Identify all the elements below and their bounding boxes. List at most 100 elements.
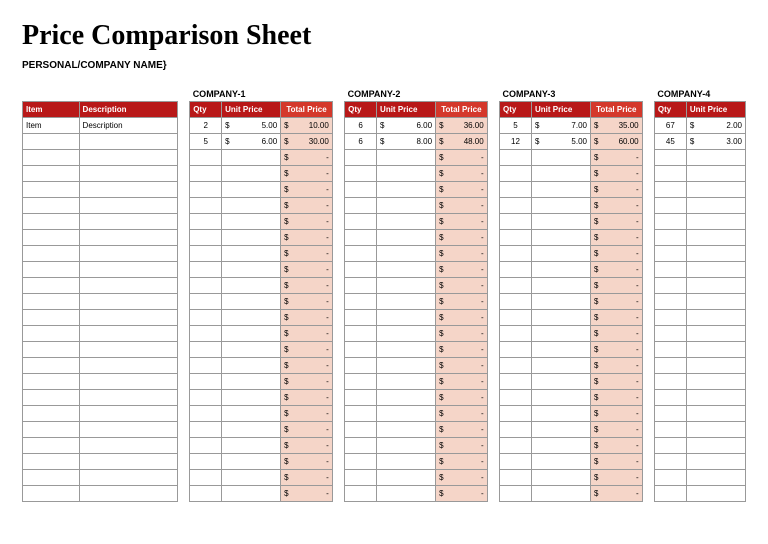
header-description: Description xyxy=(79,102,177,118)
cell-qty xyxy=(654,150,686,166)
cell-qty xyxy=(190,326,222,342)
cell-qty xyxy=(345,326,377,342)
cell-qty xyxy=(190,454,222,470)
cell-total: $- xyxy=(590,278,642,294)
cell-qty xyxy=(654,214,686,230)
cell-total: $- xyxy=(590,262,642,278)
cell-total: $- xyxy=(436,246,488,262)
cell-qty xyxy=(500,470,532,486)
cell-qty xyxy=(345,310,377,326)
cell-item xyxy=(23,214,80,230)
cell-total: $- xyxy=(436,374,488,390)
cell-unit-price xyxy=(686,342,745,358)
cell-total: $- xyxy=(436,342,488,358)
cell-unit-price xyxy=(222,470,281,486)
cell-unit-price xyxy=(531,150,590,166)
cell-qty xyxy=(345,454,377,470)
cell-total: $- xyxy=(590,150,642,166)
table-row: $-$-$- xyxy=(23,150,746,166)
cell-total: $- xyxy=(281,214,333,230)
cell-unit-price xyxy=(686,278,745,294)
cell-item xyxy=(23,470,80,486)
cell-unit-price xyxy=(686,422,745,438)
cell-total: $- xyxy=(436,390,488,406)
cell-total: $- xyxy=(281,310,333,326)
cell-item xyxy=(23,294,80,310)
cell-qty xyxy=(345,294,377,310)
cell-unit-price xyxy=(222,230,281,246)
cell-qty xyxy=(345,278,377,294)
cell-total: $- xyxy=(281,182,333,198)
cell-unit-price xyxy=(531,470,590,486)
cell-description xyxy=(79,486,177,502)
cell-unit-price xyxy=(531,278,590,294)
cell-qty xyxy=(345,342,377,358)
cell-unit-price xyxy=(686,310,745,326)
cell-unit-price: $7.00 xyxy=(531,118,590,134)
cell-item xyxy=(23,438,80,454)
cell-unit-price: $6.00 xyxy=(377,118,436,134)
cell-qty xyxy=(190,390,222,406)
cell-description xyxy=(79,390,177,406)
cell-qty: 12 xyxy=(500,134,532,150)
cell-unit-price xyxy=(377,438,436,454)
cell-qty xyxy=(190,310,222,326)
cell-qty xyxy=(500,262,532,278)
cell-qty xyxy=(190,374,222,390)
company-label: COMPANY-3 xyxy=(500,85,643,102)
cell-qty xyxy=(345,470,377,486)
cell-item xyxy=(23,406,80,422)
cell-item xyxy=(23,358,80,374)
cell-total: $- xyxy=(281,326,333,342)
cell-total: $- xyxy=(590,342,642,358)
cell-total: $- xyxy=(436,294,488,310)
cell-description xyxy=(79,246,177,262)
page-title: Price Comparison Sheet xyxy=(22,20,746,52)
cell-unit-price xyxy=(686,438,745,454)
cell-total: $- xyxy=(590,198,642,214)
table-row: $-$-$- xyxy=(23,342,746,358)
cell-qty xyxy=(345,198,377,214)
cell-unit-price xyxy=(377,150,436,166)
cell-unit-price xyxy=(377,166,436,182)
table-row: $-$-$- xyxy=(23,406,746,422)
company-name-field: PERSONAL/COMPANY NAME} xyxy=(22,60,746,71)
table-row: $-$-$- xyxy=(23,246,746,262)
cell-total: $- xyxy=(281,150,333,166)
cell-item xyxy=(23,262,80,278)
cell-unit-price xyxy=(222,294,281,310)
table-row: $- $- $- xyxy=(23,374,746,390)
cell-total: $- xyxy=(590,374,642,390)
cell-unit-price xyxy=(686,246,745,262)
cell-unit-price xyxy=(377,198,436,214)
cell-item xyxy=(23,342,80,358)
cell-qty xyxy=(345,150,377,166)
cell-total: $30.00 xyxy=(281,134,333,150)
header-total-price: Total Price xyxy=(436,102,488,118)
cell-qty xyxy=(345,214,377,230)
cell-total: $- xyxy=(590,390,642,406)
table-row: $-$-$- xyxy=(23,230,746,246)
cell-qty xyxy=(500,294,532,310)
cell-total: $- xyxy=(281,470,333,486)
cell-unit-price xyxy=(686,182,745,198)
cell-unit-price xyxy=(531,422,590,438)
cell-unit-price xyxy=(377,422,436,438)
cell-item xyxy=(23,166,80,182)
cell-unit-price xyxy=(222,246,281,262)
cell-total: $10.00 xyxy=(281,118,333,134)
header-unit-price: Unit Price xyxy=(686,102,745,118)
cell-total: $- xyxy=(590,358,642,374)
cell-qty xyxy=(190,294,222,310)
cell-item xyxy=(23,422,80,438)
cell-unit-price xyxy=(222,214,281,230)
cell-description xyxy=(79,470,177,486)
cell-total: $- xyxy=(436,198,488,214)
cell-unit-price: $5.00 xyxy=(222,118,281,134)
cell-qty xyxy=(500,166,532,182)
cell-item xyxy=(23,390,80,406)
cell-qty xyxy=(345,390,377,406)
cell-unit-price xyxy=(222,166,281,182)
cell-total: $- xyxy=(281,278,333,294)
cell-total: $- xyxy=(281,374,333,390)
